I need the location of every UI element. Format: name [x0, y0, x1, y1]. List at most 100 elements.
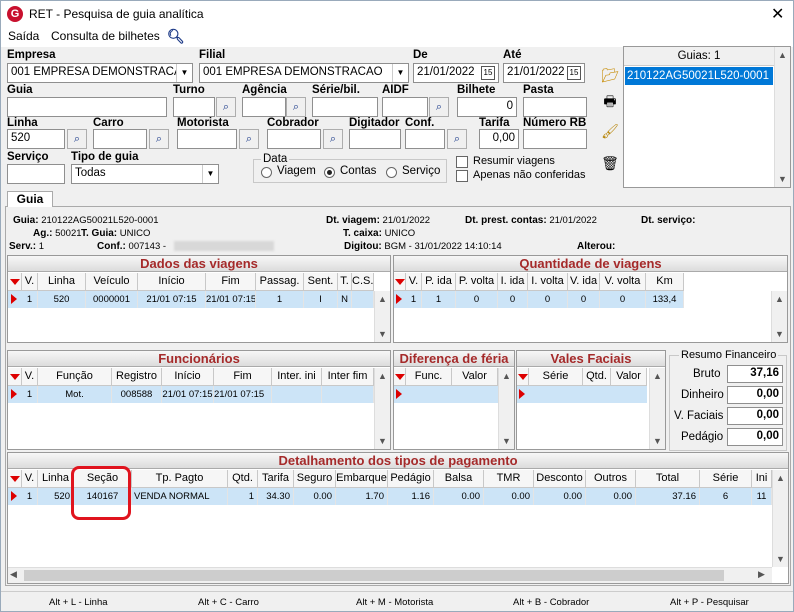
col-header[interactable]: C.S.	[352, 273, 374, 291]
guia-input[interactable]	[7, 97, 167, 117]
col-header[interactable]: Valor	[452, 368, 498, 386]
col-header[interactable]: Seguro	[294, 470, 336, 488]
table-row[interactable]	[394, 386, 498, 403]
trash-icon[interactable]: 🗑︎	[598, 151, 622, 175]
detalhamento-vscrollbar[interactable]: ▲ ▼	[772, 470, 788, 567]
motorista-input[interactable]	[177, 129, 237, 149]
col-header[interactable]: Inter. ini	[272, 368, 322, 386]
aidf-input[interactable]	[382, 97, 428, 117]
calendar-icon[interactable]: 15	[567, 66, 581, 80]
scroll-up-icon[interactable]: ▲	[773, 470, 788, 486]
diferenca-scrollbar[interactable]: ▲ ▼	[498, 368, 514, 449]
col-header[interactable]: Linha	[38, 273, 86, 291]
linha-input[interactable]: 520	[7, 129, 65, 149]
search-icon[interactable]: 🔍︎	[167, 28, 185, 45]
col-header[interactable]: Fim	[206, 273, 256, 291]
col-header[interactable]: Ini	[752, 470, 772, 488]
scroll-thumb[interactable]	[24, 570, 724, 581]
col-header[interactable]: V.	[406, 273, 422, 291]
scroll-up-icon[interactable]: ▲	[650, 368, 665, 384]
scroll-down-icon[interactable]: ▼	[775, 171, 790, 187]
col-header[interactable]: V. volta	[600, 273, 646, 291]
col-header[interactable]: P. volta	[456, 273, 498, 291]
col-header[interactable]: Outros	[586, 470, 636, 488]
scroll-down-icon[interactable]: ▼	[772, 326, 787, 342]
col-header[interactable]: V. ida	[568, 273, 600, 291]
col-header[interactable]: Passag.	[256, 273, 304, 291]
detalhamento-hscrollbar[interactable]: ◀ ▶	[8, 567, 772, 583]
funcionarios-scrollbar[interactable]: ▲ ▼	[374, 368, 390, 449]
col-header[interactable]: Função	[38, 368, 112, 386]
col-header[interactable]: P. ida	[422, 273, 456, 291]
col-header[interactable]: Linha	[38, 470, 74, 488]
turno-input[interactable]	[173, 97, 215, 117]
servico-input[interactable]	[7, 164, 65, 184]
scroll-right-icon[interactable]: ▶	[758, 569, 765, 580]
resumir-viagens-checkbox[interactable]	[456, 156, 468, 168]
radio-contas[interactable]	[324, 167, 335, 178]
scroll-left-icon[interactable]: ◀	[10, 569, 17, 580]
col-header[interactable]: V.	[22, 273, 38, 291]
col-header[interactable]: Registro	[112, 368, 162, 386]
scroll-up-icon[interactable]: ▲	[772, 291, 787, 307]
guias-list-item[interactable]: 210122AG50021L520-0001	[625, 67, 773, 85]
carro-input[interactable]	[93, 129, 147, 149]
scroll-down-icon[interactable]: ▼	[375, 326, 390, 342]
tab-guia[interactable]: Guia	[7, 191, 53, 207]
quantidade-scrollbar[interactable]: ▲ ▼	[771, 291, 787, 342]
col-header[interactable]: Balsa	[434, 470, 484, 488]
viagens-scrollbar[interactable]: ▲ ▼	[374, 291, 390, 342]
vales-scrollbar[interactable]: ▲ ▼	[649, 368, 665, 449]
scroll-down-icon[interactable]: ▼	[650, 433, 665, 449]
linha-search-icon[interactable]: ⌕	[67, 129, 87, 149]
col-header[interactable]: Km	[646, 273, 684, 291]
col-header[interactable]: Embarque	[336, 470, 388, 488]
aidf-search-icon[interactable]: ⌕	[429, 97, 449, 117]
menu-saida[interactable]: Saída	[8, 29, 39, 43]
col-header[interactable]: V.	[22, 368, 38, 386]
col-header[interactable]: Série	[529, 368, 583, 386]
apenas-nao-conferidas-checkbox[interactable]	[456, 170, 468, 182]
scroll-up-icon[interactable]: ▲	[375, 291, 390, 307]
col-header[interactable]: Valor	[611, 368, 647, 386]
col-header[interactable]: TMR	[484, 470, 534, 488]
open-folder-icon[interactable]: 📂︎	[598, 63, 622, 87]
col-header[interactable]: Inter fim	[322, 368, 374, 386]
conf-input[interactable]	[405, 129, 445, 149]
col-header[interactable]: Func.	[406, 368, 452, 386]
brush-icon[interactable]: 🖌︎	[598, 119, 622, 143]
scroll-down-icon[interactable]: ▼	[499, 433, 514, 449]
col-header[interactable]: I. volta	[528, 273, 568, 291]
pasta-input[interactable]	[523, 97, 587, 117]
guias-list-scrollbar[interactable]: ▲ ▼	[774, 47, 790, 187]
col-header[interactable]: Fim	[214, 368, 272, 386]
col-header[interactable]: Tarifa	[258, 470, 294, 488]
col-header[interactable]: V.	[22, 470, 38, 488]
scroll-up-icon[interactable]: ▲	[775, 47, 790, 63]
table-row[interactable]	[517, 386, 647, 403]
scroll-up-icon[interactable]: ▲	[375, 368, 390, 384]
radio-servico[interactable]	[386, 167, 397, 178]
bilhete-input[interactable]: 0	[457, 97, 517, 117]
numero-rb-input[interactable]	[523, 129, 587, 149]
col-header[interactable]: Veículo	[86, 273, 138, 291]
agencia-search-icon[interactable]: ⌕	[286, 97, 306, 117]
scroll-down-icon[interactable]: ▼	[773, 551, 788, 567]
col-header[interactable]: Total	[636, 470, 700, 488]
serie-bil-input[interactable]	[312, 97, 378, 117]
carro-search-icon[interactable]: ⌕	[149, 129, 169, 149]
tipo-guia-select[interactable]: Todas ▼	[71, 164, 219, 184]
col-header[interactable]: T.	[338, 273, 352, 291]
agencia-input[interactable]	[242, 97, 286, 117]
col-header[interactable]: Início	[138, 273, 206, 291]
menu-consulta-bilhetes[interactable]: Consulta de bilhetes	[51, 29, 160, 43]
col-header[interactable]: Início	[162, 368, 214, 386]
conf-search-icon[interactable]: ⌕	[447, 129, 467, 149]
cobrador-search-icon[interactable]: ⌕	[323, 129, 343, 149]
filial-select[interactable]: 001 EMPRESA DEMONSTRACAO ▼	[199, 63, 409, 83]
col-header[interactable]: Pedágio	[388, 470, 434, 488]
tarifa-input[interactable]: 0,00	[479, 129, 519, 149]
scroll-down-icon[interactable]: ▼	[375, 433, 390, 449]
turno-search-icon[interactable]: ⌕	[216, 97, 236, 117]
motorista-search-icon[interactable]: ⌕	[239, 129, 259, 149]
